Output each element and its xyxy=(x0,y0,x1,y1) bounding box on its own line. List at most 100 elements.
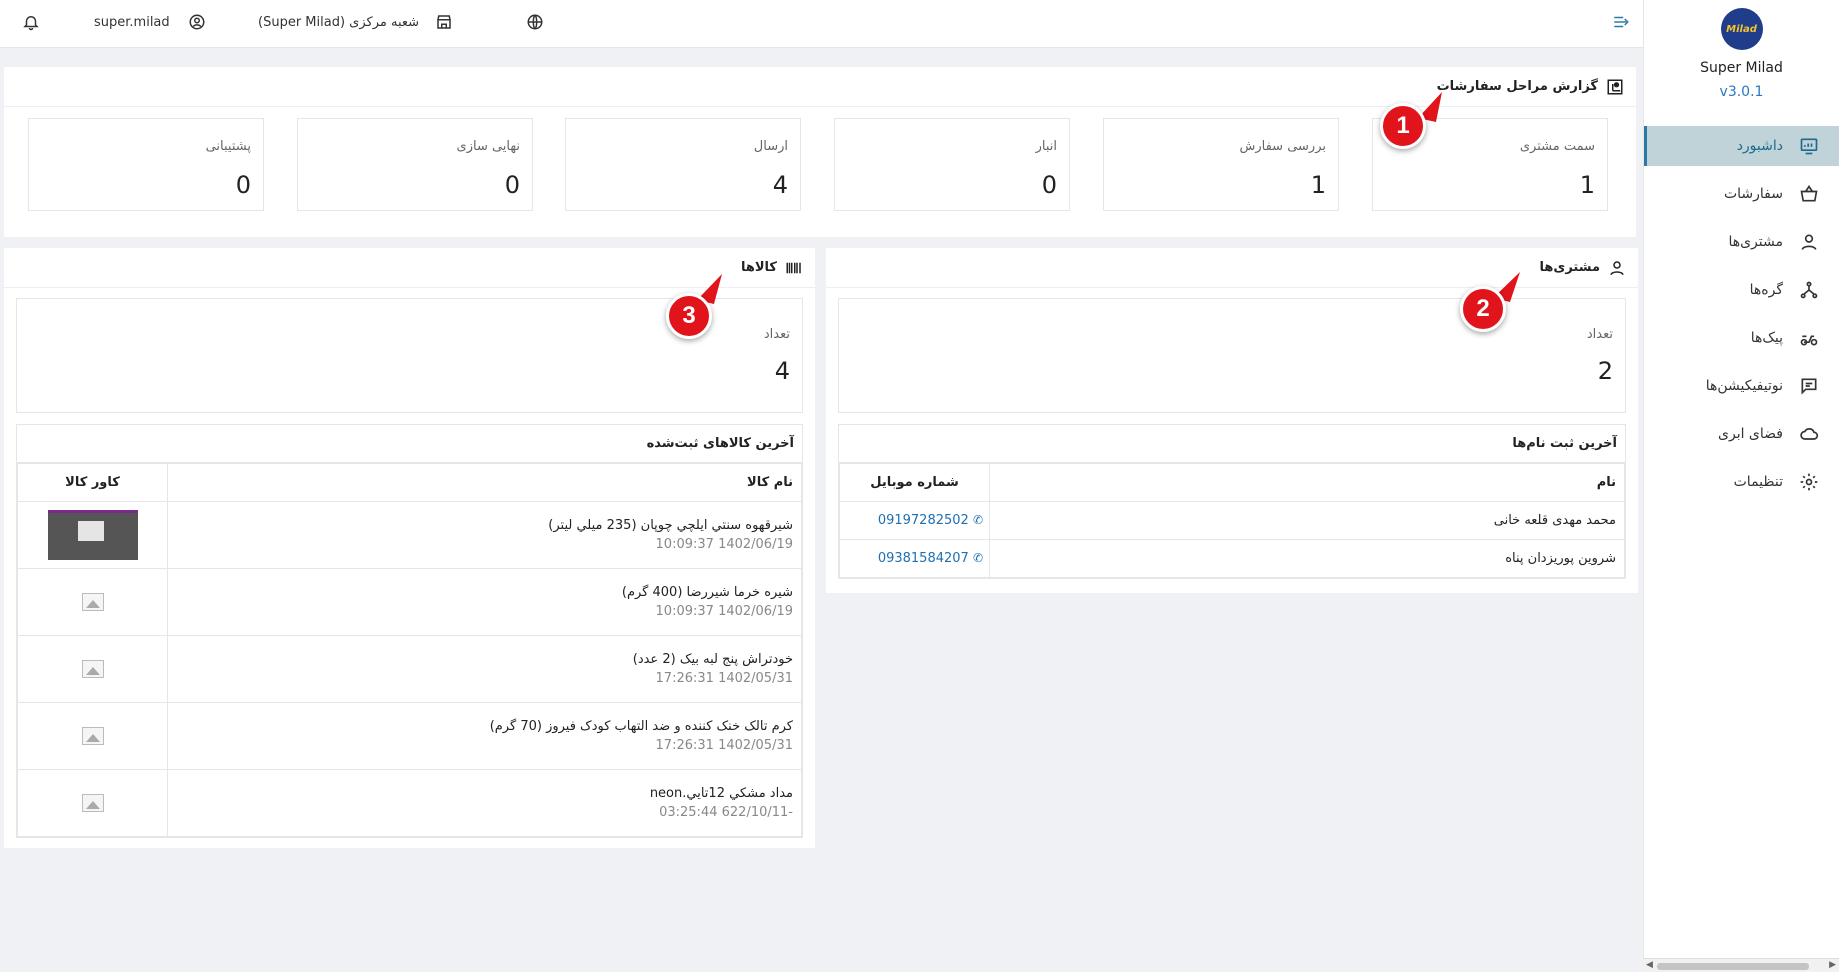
stage-label: سمت مشتری xyxy=(1519,139,1595,154)
stage-label: پشتیبانی xyxy=(205,139,251,154)
scrollbar-thumb[interactable] xyxy=(1657,963,1809,970)
stage-label: نهایی سازی xyxy=(456,139,520,154)
latest-products-table: آخرین کالاهای ثبت‌شده نام کالا کاور کالا… xyxy=(16,424,803,838)
sidebar-item-notifications[interactable]: نوتیفیکیشن‌ها xyxy=(1644,366,1839,406)
sidebar: Milad Super Milad v3.0.1 داشبورد سفارشات… xyxy=(1643,0,1839,972)
customer-mobile-cell[interactable]: ✆ 09197282502 xyxy=(839,501,990,540)
table-row[interactable]: شروین پوریزدان پناه ✆ 09381584207 xyxy=(839,539,1625,578)
phone-icon: ✆ xyxy=(972,551,983,565)
image-placeholder-icon xyxy=(81,660,104,678)
col-product-name-header: نام کالا xyxy=(167,463,802,502)
brand: Milad Super Milad v3.0.1 xyxy=(1644,0,1839,100)
orders-report-title: گزارش مراحل سفارشات xyxy=(1436,79,1598,94)
sidebar-item-settings[interactable]: تنظیمات xyxy=(1644,462,1839,502)
sidebar-item-label: فضای ابری xyxy=(1718,426,1783,442)
brand-name: Super Milad xyxy=(1700,60,1783,76)
product-name: مداد مشكي 12تايي.neon xyxy=(649,786,793,801)
sidebar-item-dashboard[interactable]: داشبورد xyxy=(1644,126,1839,166)
stage-label: ارسال xyxy=(753,139,788,154)
stage-value: 0 xyxy=(235,171,251,199)
customer-name: محمد مهدی قلعه خانی xyxy=(989,501,1625,540)
table-row[interactable]: کرم تالک خنک کننده و ضد التهاب کودک فیرو… xyxy=(17,702,802,770)
customers-title: مشتری‌ها xyxy=(1539,260,1600,275)
product-cover-image[interactable] xyxy=(47,510,138,560)
sidebar-nav: داشبورد سفارشات مشتری‌ها گره‌ها پیک‌ها xyxy=(1644,126,1839,502)
table-header-row: نام کالا کاور کالا xyxy=(17,463,802,502)
globe-icon[interactable] xyxy=(526,0,544,44)
customer-mobile-cell[interactable]: ✆ 09381584207 xyxy=(839,539,990,578)
table-header-row: نام شماره موبایل xyxy=(839,463,1625,502)
nodes-icon xyxy=(1797,278,1821,302)
stage-value: 0 xyxy=(1041,171,1057,199)
sidebar-item-label: مشتری‌ها xyxy=(1728,234,1783,250)
product-date: 1402/06/19 10:09:37 xyxy=(655,537,793,552)
count-label: تعداد xyxy=(763,327,790,342)
cloud-icon xyxy=(1797,422,1821,446)
table-row[interactable]: مداد مشكي 12تايي.neon -622/10/11 03:25:4… xyxy=(17,769,802,837)
col-cover-header: کاور کالا xyxy=(17,463,168,502)
customers-card: مشتری‌ها تعداد 2 آخرین ثبت نام‌ها نام شم… xyxy=(826,248,1638,593)
callout-marker-2: 2 xyxy=(1460,286,1506,332)
image-placeholder-icon xyxy=(81,727,104,745)
stage-warehouse[interactable]: انبار 0 xyxy=(834,118,1070,211)
product-name: شيرقهوه سنتي ايلچي چوپان (235 ميلي ليتر) xyxy=(548,518,793,533)
product-cover-cell xyxy=(17,769,168,837)
sidebar-item-cloud[interactable]: فضای ابری xyxy=(1644,414,1839,454)
branch-selector[interactable]: شعبه مرکزی (Super Milad) xyxy=(258,0,419,44)
customer-mobile[interactable]: 09197282502 xyxy=(878,513,969,528)
sidebar-item-customers[interactable]: مشتری‌ها xyxy=(1644,222,1839,262)
products-table: نام کالا کاور کالا شيرقهوه سنتي ايلچي چو… xyxy=(17,463,802,837)
barcode-icon xyxy=(786,262,801,273)
sidebar-item-nodes[interactable]: گره‌ها xyxy=(1644,270,1839,310)
scroll-left-arrow-icon[interactable]: ◀ xyxy=(1646,960,1653,970)
store-icon[interactable] xyxy=(435,0,453,44)
stage-support[interactable]: پشتیبانی 0 xyxy=(28,118,264,211)
scroll-right-arrow-icon[interactable]: ▶ xyxy=(1829,960,1836,970)
product-cell: شیره خرما شیررضا (400 گرم) 1402/06/19 10… xyxy=(167,568,802,636)
latest-customers-table: آخرین ثبت نام‌ها نام شماره موبایل محمد م… xyxy=(838,424,1626,579)
product-name: شیره خرما شیررضا (400 گرم) xyxy=(621,585,793,600)
stage-review[interactable]: بررسی سفارش 1 xyxy=(1103,118,1339,211)
sidebar-item-orders[interactable]: سفارشات xyxy=(1644,174,1839,214)
horizontal-scrollbar[interactable]: ◀ ▶ xyxy=(1643,958,1839,972)
image-placeholder-icon xyxy=(81,794,104,812)
sidebar-item-label: پیک‌ها xyxy=(1750,330,1783,346)
product-cover-cell xyxy=(17,501,168,569)
marker-number: 3 xyxy=(682,302,696,329)
product-date: -622/10/11 03:25:44 xyxy=(659,805,793,820)
user-circle-icon[interactable] xyxy=(188,0,206,44)
product-date: 1402/05/31 17:26:31 xyxy=(655,738,793,753)
stage-value: 1 xyxy=(1310,171,1326,199)
sidebar-item-label: تنظیمات xyxy=(1733,474,1783,490)
notification-bell-icon[interactable] xyxy=(22,0,40,44)
table-row[interactable]: شیره خرما شیررضا (400 گرم) 1402/06/19 10… xyxy=(17,568,802,636)
table-row[interactable]: محمد مهدی قلعه خانی ✆ 09197282502 xyxy=(839,501,1625,540)
report-chart-icon xyxy=(1607,79,1623,94)
latest-customers-title: آخرین ثبت نام‌ها xyxy=(839,425,1625,463)
courier-icon xyxy=(1797,326,1821,350)
username-label[interactable]: super.milad xyxy=(94,0,170,44)
marker-number: 2 xyxy=(1476,295,1490,322)
product-name: کرم تالک خنک کننده و ضد التهاب کودک فیرو… xyxy=(489,719,793,734)
top-bar: super.milad شعبه مرکزی (Super Milad) xyxy=(0,0,1643,48)
product-cell: مداد مشكي 12تايي.neon -622/10/11 03:25:4… xyxy=(167,769,802,837)
branch-text: شعبه مرکزی (Super Milad) xyxy=(258,14,420,30)
message-icon xyxy=(1797,374,1821,398)
sidebar-item-couriers[interactable]: پیک‌ها xyxy=(1644,318,1839,358)
sidebar-item-label: داشبورد xyxy=(1736,138,1783,154)
customer-name: شروین پوریزدان پناه xyxy=(989,539,1625,578)
table-row[interactable]: شيرقهوه سنتي ايلچي چوپان (235 ميلي ليتر)… xyxy=(17,501,802,569)
stage-shipping[interactable]: ارسال 4 xyxy=(565,118,801,211)
stage-value: 1 xyxy=(1579,171,1595,199)
basket-icon xyxy=(1797,182,1821,206)
stage-value: 4 xyxy=(772,171,788,199)
col-mobile-header: شماره موبایل xyxy=(839,463,990,502)
customer-mobile[interactable]: 09381584207 xyxy=(878,551,969,566)
product-cell: خودتراش پنج لبه بیک (2 عدد) 1402/05/31 1… xyxy=(167,635,802,703)
count-label: تعداد xyxy=(1586,327,1613,342)
stage-finalize[interactable]: نهایی سازی 0 xyxy=(297,118,533,211)
callout-marker-1: 1 xyxy=(1380,103,1426,149)
table-row[interactable]: خودتراش پنج لبه بیک (2 عدد) 1402/05/31 1… xyxy=(17,635,802,703)
menu-collapse-icon[interactable] xyxy=(1612,0,1630,44)
product-cell: کرم تالک خنک کننده و ضد التهاب کودک فیرو… xyxy=(167,702,802,770)
